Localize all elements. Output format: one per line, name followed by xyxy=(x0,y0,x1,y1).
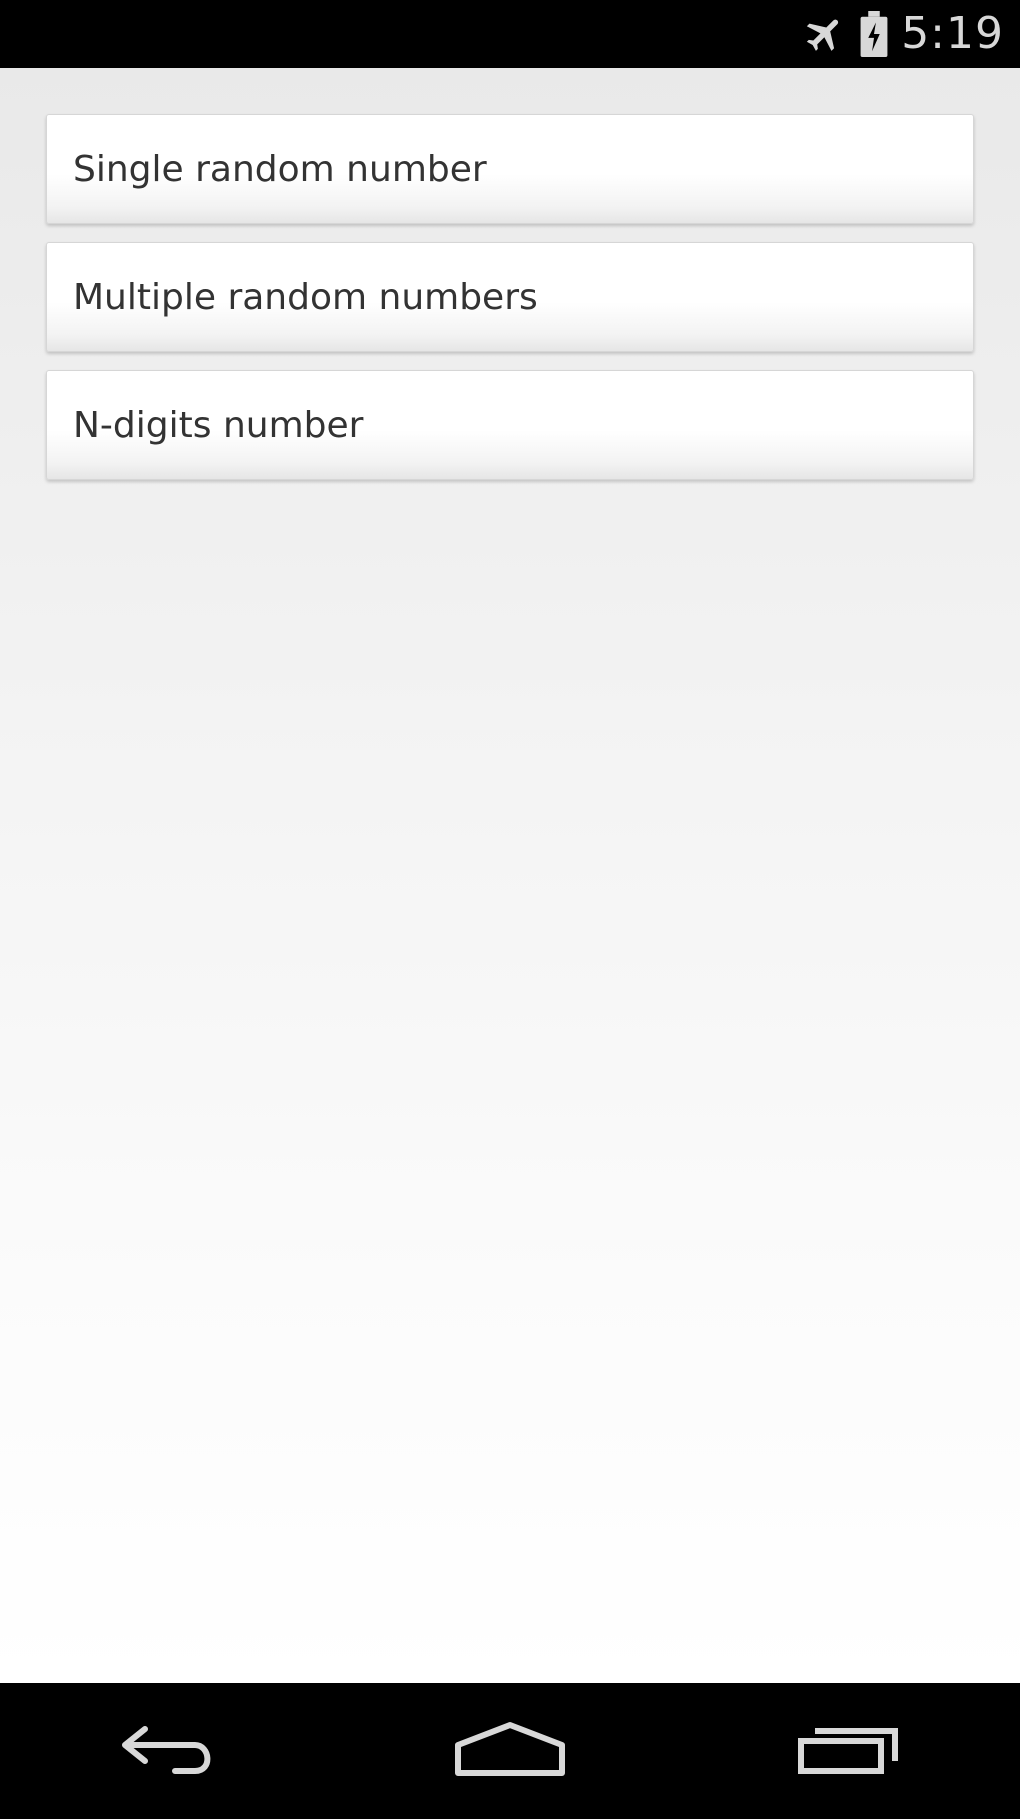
single-random-number-button[interactable]: Single random number xyxy=(46,114,974,224)
multiple-random-numbers-label: Multiple random numbers xyxy=(73,276,538,318)
status-bar: 5:19 xyxy=(0,0,1020,68)
n-digits-number-label: N-digits number xyxy=(73,404,364,446)
single-random-number-label: Single random number xyxy=(73,148,487,190)
multiple-random-numbers-button[interactable]: Multiple random numbers xyxy=(46,242,974,352)
status-clock: 5:19 xyxy=(901,8,1004,59)
main-content: Single random number Multiple random num… xyxy=(0,68,1020,1683)
menu-list: Single random number Multiple random num… xyxy=(46,114,974,498)
home-icon xyxy=(452,1717,568,1785)
recent-apps-icon xyxy=(795,1717,905,1785)
back-button[interactable] xyxy=(80,1701,260,1801)
recent-apps-button[interactable] xyxy=(760,1701,940,1801)
home-button[interactable] xyxy=(420,1701,600,1801)
back-icon xyxy=(115,1717,225,1785)
n-digits-number-button[interactable]: N-digits number xyxy=(46,370,974,480)
battery-charging-icon xyxy=(859,10,889,58)
airplane-mode-icon xyxy=(803,10,847,58)
navigation-bar xyxy=(0,1683,1020,1819)
